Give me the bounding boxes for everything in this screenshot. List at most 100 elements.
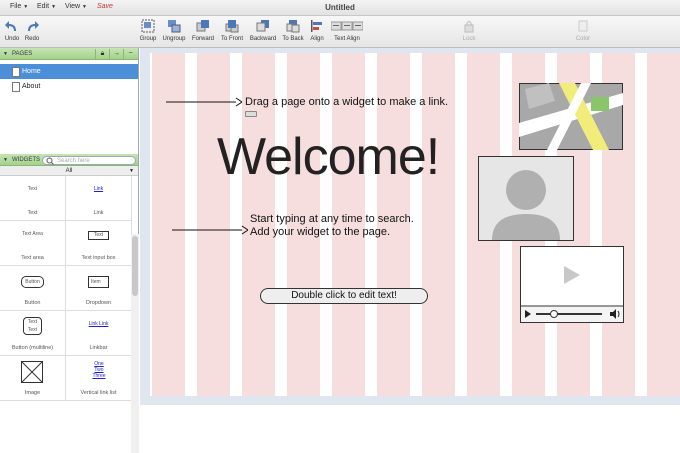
widget-filter-dropdown[interactable]: All ▼ xyxy=(0,166,138,176)
widget-preview: One Two Three xyxy=(92,361,106,379)
group-icon xyxy=(141,19,155,33)
undo-label: Undo xyxy=(4,36,20,42)
widget-link[interactable]: Link Link xyxy=(66,176,132,221)
scrollbar-thumb[interactable] xyxy=(132,236,138,296)
map-widget[interactable] xyxy=(519,83,623,150)
send-backward-icon xyxy=(256,20,269,32)
widget-search-input[interactable]: Search here xyxy=(42,156,136,165)
welcome-heading[interactable]: Welcome! xyxy=(217,127,440,187)
canvas-area: Drag a page onto a widget to make a link… xyxy=(140,48,680,405)
widget-label: Text xyxy=(27,210,38,216)
align-label: Align xyxy=(310,36,324,42)
edit-text-button[interactable]: Double click to edit text! xyxy=(260,288,428,304)
widget-scrollbar[interactable] xyxy=(131,234,139,453)
page-item-home[interactable]: Home xyxy=(0,64,138,79)
search-placeholder: Search here xyxy=(57,158,90,164)
group-button[interactable]: Group xyxy=(137,19,159,42)
ungroup-label: Ungroup xyxy=(162,36,186,42)
text-align-button[interactable]: Text Align xyxy=(331,19,363,42)
send-to-back-icon xyxy=(286,20,300,33)
document-title: Untitled xyxy=(325,3,355,12)
widget-preview: Link Link xyxy=(88,321,109,327)
menu-bar: File ▼ Edit ▼ View ▼ Save Untitled xyxy=(0,0,680,16)
ungroup-button[interactable]: Ungroup xyxy=(160,19,188,42)
minus-icon: − xyxy=(128,50,133,57)
widget-preview: Text xyxy=(27,186,38,192)
widget-dropdown[interactable]: Item Dropdown xyxy=(66,266,132,311)
forward-button[interactable]: Forward xyxy=(190,19,216,42)
to-back-button[interactable]: To Back xyxy=(281,19,305,42)
hint-type-text-2: Add your widget to the page. xyxy=(250,226,391,238)
widget-button[interactable]: Button Button xyxy=(0,266,66,311)
lock-button[interactable]: Lock xyxy=(461,19,477,42)
redo-button[interactable]: Redo xyxy=(24,19,40,42)
group-label: Group xyxy=(139,36,157,42)
left-panel: ▼ PAGES 🔒︎ → − Home About ▼ WIDGETS Sear… xyxy=(0,48,139,453)
collapse-icon[interactable]: ▼ xyxy=(3,48,8,60)
widget-preview: Item xyxy=(88,276,109,288)
lock-icon: 🔒︎ xyxy=(100,50,105,57)
hint-type-text-1: Start typing at any time to search. xyxy=(250,213,414,225)
to-front-button[interactable]: To Front xyxy=(219,19,245,42)
to-back-label: To Back xyxy=(282,36,304,42)
widget-label: Button xyxy=(24,300,41,306)
lock-label: Lock xyxy=(462,36,476,42)
grid-column xyxy=(647,53,680,396)
widget-text[interactable]: Text Text xyxy=(0,176,66,221)
page-item-about[interactable]: About xyxy=(0,79,138,94)
backward-label: Backward xyxy=(249,36,277,42)
video-widget[interactable] xyxy=(520,246,624,323)
widget-vertical-link-list[interactable]: One Two Three Vertical link list xyxy=(66,356,132,401)
text-align-label: Text Align xyxy=(334,36,360,42)
hint-drag-text: Drag a page onto a widget to make a link… xyxy=(245,96,449,108)
arrow-right-icon xyxy=(172,225,248,235)
undo-button[interactable]: Undo xyxy=(4,19,20,42)
widget-image[interactable]: Image xyxy=(0,356,66,401)
avatar-widget[interactable] xyxy=(478,156,574,241)
text-align-icon xyxy=(331,21,363,31)
align-button[interactable]: Align xyxy=(308,19,326,42)
undo-icon xyxy=(5,21,16,31)
bring-forward-icon xyxy=(196,20,209,32)
bring-to-front-icon xyxy=(225,20,239,33)
align-icon xyxy=(311,20,322,32)
widget-label: Link xyxy=(93,210,104,216)
lock-icon xyxy=(464,21,474,33)
widget-text-input[interactable]: Text Text input box xyxy=(66,221,132,266)
widget-label: Vertical link list xyxy=(80,390,117,396)
backward-button[interactable]: Backward xyxy=(248,19,278,42)
page-canvas[interactable]: Drag a page onto a widget to make a link… xyxy=(150,53,680,396)
color-label: Color xyxy=(575,36,591,42)
arrow-right-icon: → xyxy=(113,50,120,57)
widget-linkbar[interactable]: Link Link Linkbar xyxy=(66,311,132,356)
color-icon xyxy=(578,20,588,32)
to-front-label: To Front xyxy=(220,36,243,42)
widget-preview: Text xyxy=(88,231,109,240)
color-button[interactable]: Color xyxy=(574,19,592,42)
widget-filter-label: All xyxy=(65,168,73,174)
pages-header: ▼ PAGES 🔒︎ → − xyxy=(0,48,138,60)
ungroup-icon xyxy=(168,20,181,33)
page-move-button[interactable]: → xyxy=(109,49,123,59)
widget-preview: Text Area xyxy=(22,231,43,237)
widget-preview: Link xyxy=(93,186,104,192)
widget-text-area[interactable]: Text Area Text area xyxy=(0,221,66,266)
widget-label: Dropdown xyxy=(85,300,112,306)
page-lock-button[interactable]: 🔒︎ xyxy=(95,49,109,59)
chevron-down-icon: ▼ xyxy=(129,168,134,174)
page-icon xyxy=(12,82,20,92)
widget-label: Button (multiline) xyxy=(11,345,54,351)
arrow-right-icon xyxy=(166,97,242,107)
collapse-icon[interactable]: ▼ xyxy=(3,154,8,166)
page-item-label: About xyxy=(22,83,41,90)
widget-preview: Text Text xyxy=(23,317,42,335)
redo-label: Redo xyxy=(24,36,40,42)
pages-header-label: PAGES xyxy=(12,51,33,57)
widget-button-multiline[interactable]: Text Text Button (multiline) xyxy=(0,311,66,356)
image-placeholder-icon xyxy=(21,361,43,383)
page-remove-button[interactable]: − xyxy=(123,49,137,59)
page-icon xyxy=(12,67,20,77)
widget-label: Linkbar xyxy=(89,345,108,351)
link-icon xyxy=(245,111,257,117)
search-icon xyxy=(46,157,54,165)
